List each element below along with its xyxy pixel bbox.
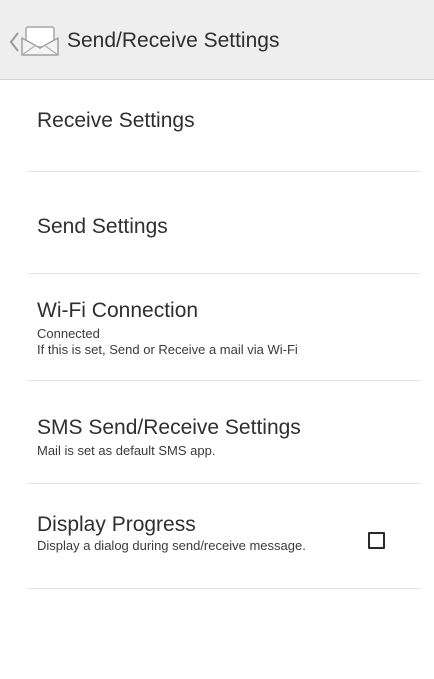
wifi-connection-item[interactable]: Wi-Fi Connection Connected If this is se… bbox=[0, 274, 434, 380]
receive-settings-title: Receive Settings bbox=[37, 109, 195, 132]
display-progress-summary: Display a dialog during send/receive mes… bbox=[37, 538, 306, 553]
wifi-connection-status: Connected bbox=[37, 326, 100, 341]
title-bar: Send/Receive Settings bbox=[0, 0, 434, 80]
receive-settings-item[interactable]: Receive Settings bbox=[0, 80, 434, 171]
sms-settings-summary: Mail is set as default SMS app. bbox=[37, 443, 216, 458]
send-settings-item[interactable]: Send Settings bbox=[0, 172, 434, 273]
display-progress-title: Display Progress bbox=[37, 513, 196, 536]
wifi-connection-title: Wi-Fi Connection bbox=[37, 299, 199, 322]
sms-settings-title: SMS Send/Receive Settings bbox=[37, 416, 301, 439]
wifi-connection-summary: If this is set, Send or Receive a mail v… bbox=[37, 342, 298, 357]
display-progress-checkbox[interactable] bbox=[368, 532, 385, 549]
chevron-left-icon[interactable] bbox=[7, 30, 21, 54]
settings-list: Receive Settings Send Settings Wi-Fi Con… bbox=[0, 80, 434, 679]
divider bbox=[28, 588, 420, 589]
mail-envelope-icon[interactable] bbox=[20, 24, 60, 58]
send-settings-title: Send Settings bbox=[37, 215, 168, 238]
sms-settings-item[interactable]: SMS Send/Receive Settings Mail is set as… bbox=[0, 381, 434, 483]
page-title: Send/Receive Settings bbox=[67, 29, 280, 52]
display-progress-item[interactable]: Display Progress Display a dialog during… bbox=[0, 484, 434, 588]
send-receive-settings-screen: Send/Receive Settings Receive Settings S… bbox=[0, 0, 434, 679]
